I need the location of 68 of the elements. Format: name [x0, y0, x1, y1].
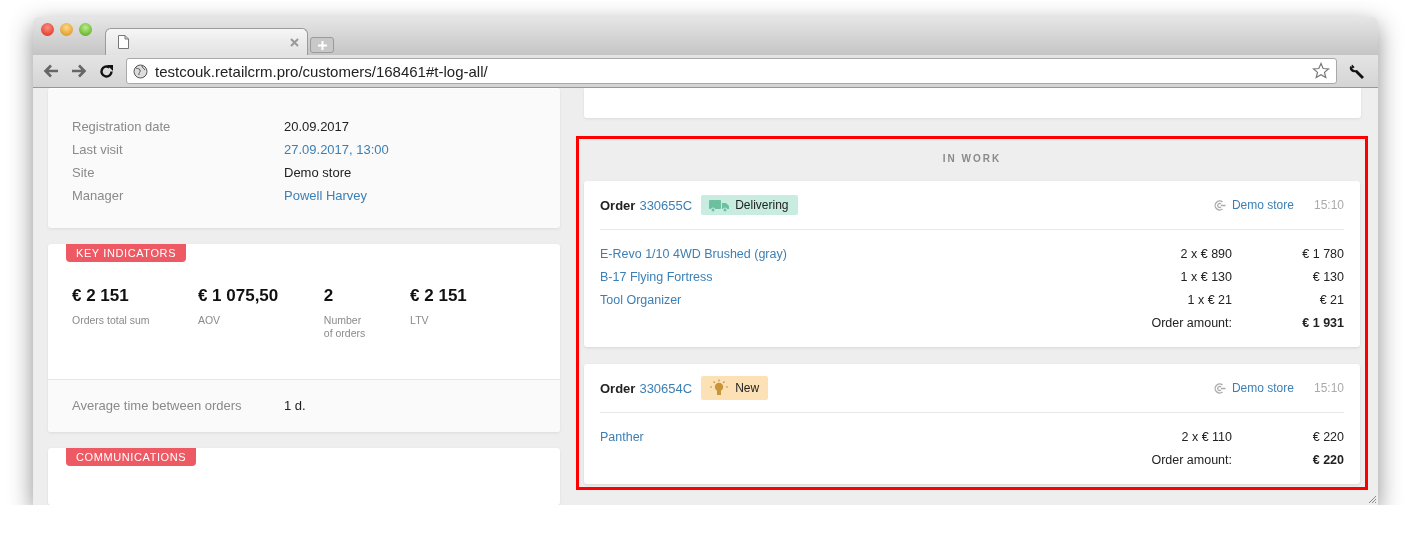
- url-text: testcouk.retailcrm.pro/customers/168461#t-log-all/: [155, 62, 489, 80]
- truck-icon: [709, 198, 730, 212]
- product-link[interactable]: E-Revo 1/10 4WD Brushed (gray): [600, 243, 1032, 266]
- metric-label: Number of orders: [323, 314, 367, 340]
- store-link[interactable]: Demo store: [1231, 198, 1294, 212]
- store-icon: [1212, 198, 1226, 212]
- order-label: Order: [600, 197, 636, 213]
- metric-value: € 2 151: [410, 286, 468, 306]
- page-icon: [118, 35, 129, 49]
- new-tab-button[interactable]: [310, 37, 334, 53]
- field-label: Average time between orders: [72, 398, 243, 414]
- close-tab-icon[interactable]: [290, 37, 299, 47]
- line-total: € 21: [1318, 292, 1344, 309]
- line-total: € 220: [1311, 429, 1344, 446]
- field-value: 20.09.2017: [284, 118, 350, 136]
- metric-label: LTV: [410, 314, 430, 327]
- quantity-price: 2 x € 890: [1179, 246, 1232, 263]
- zoom-window-button[interactable]: [79, 23, 92, 36]
- minimize-window-button[interactable]: [60, 23, 73, 36]
- line-total: € 130: [1311, 269, 1344, 286]
- order-time: 15:10: [1313, 381, 1344, 395]
- resize-grip-icon[interactable]: [1367, 494, 1377, 504]
- section-badge: COMMUNICATIONS: [66, 447, 197, 466]
- wrench-icon[interactable]: [1349, 62, 1366, 80]
- metric-value: € 2 151: [72, 286, 130, 306]
- field-label: Site: [72, 164, 96, 182]
- back-icon[interactable]: [43, 64, 59, 78]
- quantity-price: 2 x € 110: [1180, 429, 1232, 446]
- browser-tab[interactable]: [105, 28, 308, 55]
- field-value: Demo store: [284, 164, 352, 182]
- order-time: 15:10: [1313, 198, 1344, 212]
- order-number-link[interactable]: 330655C: [639, 197, 693, 213]
- metric-label: Orders total sum: [72, 314, 151, 327]
- status-badge: Delivering: [701, 195, 798, 215]
- field-value: 1 d.: [284, 398, 306, 414]
- order-number-link[interactable]: 330654C: [639, 380, 693, 396]
- status-badge: New: [701, 376, 769, 400]
- line-total: € 1 780: [1301, 246, 1344, 263]
- product-link[interactable]: Tool Organizer: [600, 289, 1032, 312]
- store-link[interactable]: Demo store: [1231, 381, 1294, 395]
- bookmark-star-icon[interactable]: [1312, 62, 1330, 80]
- metric-value: 2: [323, 286, 335, 306]
- field-label: Manager: [72, 187, 125, 205]
- order-amount-label: Order amount:: [1150, 452, 1232, 469]
- forward-icon[interactable]: [71, 64, 87, 78]
- quantity-price: 1 x € 130: [1179, 269, 1232, 286]
- order-amount: € 220: [1311, 452, 1344, 469]
- value-link[interactable]: 27.09.2017, 13:00: [284, 138, 389, 161]
- order-label: Order: [600, 380, 636, 396]
- field-label: Registration date: [72, 118, 172, 136]
- address-bar[interactable]: testcouk.retailcrm.pro/customers/168461#t-log-all/: [126, 58, 1337, 84]
- metric-value: € 1 075,50: [197, 286, 280, 306]
- reload-icon[interactable]: [99, 63, 114, 79]
- order-amount-label: Order amount:: [1150, 315, 1232, 332]
- product-link[interactable]: Panther: [600, 426, 1032, 449]
- plus-icon: [317, 40, 327, 50]
- order-amount: € 1 931: [1301, 315, 1344, 332]
- store-icon: [1212, 381, 1226, 395]
- close-window-button[interactable]: [41, 23, 54, 36]
- metric-label: AOV: [197, 314, 222, 327]
- field-label: Last visit: [72, 141, 124, 159]
- section-title: IN WORK: [941, 152, 1003, 164]
- quantity-price: 1 x € 21: [1186, 292, 1232, 309]
- product-link[interactable]: B-17 Flying Fortress: [600, 266, 1032, 289]
- value-link[interactable]: Powell Harvey: [284, 184, 368, 207]
- globe-icon: [133, 63, 148, 79]
- light-bulb-icon: [709, 379, 730, 397]
- section-badge: KEY INDICATORS: [66, 244, 187, 262]
